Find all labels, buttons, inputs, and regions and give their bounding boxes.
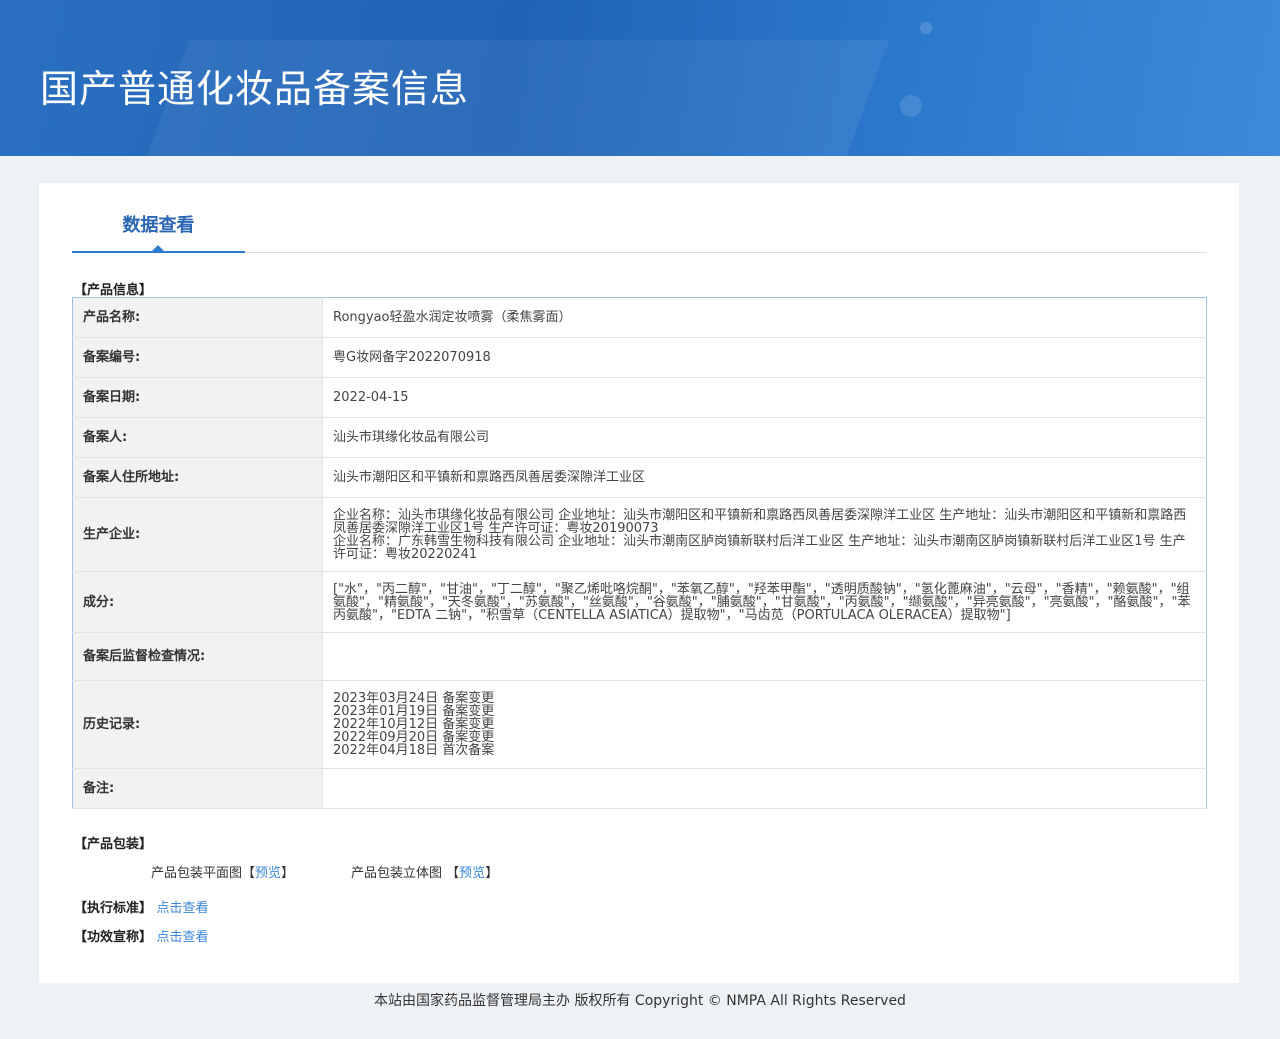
bracket: 【 [242, 866, 256, 881]
package-flat-item: 产品包装平面图【预览】 [151, 862, 294, 881]
row-label: 产品名称: [72, 297, 323, 338]
row-label: 备案人住所地址: [72, 457, 323, 498]
banner-decoration [900, 95, 922, 117]
package-solid-item: 产品包装立体图 【预览】 [351, 862, 498, 881]
manufacturer-line: 企业名称：汕头市琪缘化妆品有限公司 企业地址：汕头市潮阳区和平镇新和禀路西凤善居… [333, 507, 1187, 536]
row-value: 粤G妆网备字2022070918 [322, 337, 1207, 378]
table-row: 备案人: 汕头市琪缘化妆品有限公司 [72, 417, 1207, 458]
row-label: 备案后监督检查情况: [72, 632, 323, 681]
bracket: 【 [446, 866, 460, 881]
row-label: 备案编号: [72, 337, 323, 378]
table-row: 成分: ["水"，"丙二醇"，"甘油"，"丁二醇"，"聚乙烯吡咯烷酮"，"苯氧乙醇… [72, 571, 1207, 633]
page-title: 国产普通化妆品备案信息 [40, 67, 470, 111]
tab-bar: 数据查看 [72, 183, 1207, 253]
table-row: 历史记录: 2023年03月24日 备案变更 2023年01月19日 备案变更 202… [72, 680, 1207, 769]
content-card: 数据查看 【产品信息】 产品名称: Rongyao轻盈水润定妆喷雾（柔焦雾面） 备… [39, 183, 1239, 983]
preview-solid-link[interactable]: 预览 [459, 866, 485, 881]
bracket: 】 [485, 866, 499, 881]
product-info-table: 产品名称: Rongyao轻盈水润定妆喷雾（柔焦雾面） 备案编号: 粤G妆网备字20… [72, 297, 1207, 809]
table-row: 生产企业: 企业名称：汕头市琪缘化妆品有限公司 企业地址：汕头市潮阳区和平镇新和禀… [72, 497, 1207, 572]
row-label: 备案日期: [72, 377, 323, 418]
row-value: 2023年03月24日 备案变更 2023年01月19日 备案变更 2022年10月… [322, 680, 1207, 769]
section-packaging: 【产品包装】 [74, 837, 153, 852]
row-value [322, 768, 1207, 809]
standard-label: 【执行标准】 [74, 901, 153, 916]
table-row: 备案日期: 2022-04-15 [72, 377, 1207, 418]
section-standard: 【执行标准】 点击查看 [74, 897, 209, 916]
table-row: 产品名称: Rongyao轻盈水润定妆喷雾（柔焦雾面） [72, 297, 1207, 338]
row-value: 2022-04-15 [322, 377, 1207, 418]
table-row: 备注: [72, 768, 1207, 809]
table-row: 备案后监督检查情况: [72, 632, 1207, 681]
standard-view-link[interactable]: 点击查看 [157, 901, 209, 916]
table-row: 备案编号: 粤G妆网备字2022070918 [72, 337, 1207, 378]
package-flat-label: 产品包装平面图 [151, 866, 243, 881]
row-label: 成分: [72, 571, 323, 633]
row-value: 汕头市琪缘化妆品有限公司 [322, 417, 1207, 458]
preview-flat-link[interactable]: 预览 [255, 866, 281, 881]
row-value: ["水"，"丙二醇"，"甘油"，"丁二醇"，"聚乙烯吡咯烷酮"，"苯氧乙醇"，"… [322, 571, 1207, 633]
footer-copyright: 本站由国家药品监督管理局主办 版权所有 Copyright © NMPA All… [374, 993, 906, 1009]
history-entry: 2022年04月18日 首次备案 [333, 743, 495, 758]
tab-label: 数据查看 [122, 215, 195, 236]
row-label: 备案人: [72, 417, 323, 458]
row-value: 汕头市潮阳区和平镇新和禀路西凤善居委深隙洋工业区 [322, 457, 1207, 498]
row-value: Rongyao轻盈水润定妆喷雾（柔焦雾面） [322, 297, 1207, 338]
section-efficacy: 【功效宣称】 点击查看 [74, 926, 209, 945]
row-label: 生产企业: [72, 497, 323, 572]
banner-decoration [920, 22, 932, 34]
bracket: 】 [281, 866, 295, 881]
package-solid-label: 产品包装立体图 [351, 866, 443, 881]
section-product-info: 【产品信息】 [74, 283, 153, 298]
table-row: 备案人住所地址: 汕头市潮阳区和平镇新和禀路西凤善居委深隙洋工业区 [72, 457, 1207, 498]
caret-up-icon [152, 245, 164, 251]
efficacy-view-link[interactable]: 点击查看 [157, 930, 209, 945]
row-value [322, 632, 1207, 681]
manufacturer-line: 企业名称：广东韩雪生物科技有限公司 企业地址：汕头市潮南区胪岗镇新联村后洋工业区… [333, 533, 1186, 562]
header-banner: 国产普通化妆品备案信息 [0, 0, 1280, 156]
row-label: 历史记录: [72, 680, 323, 769]
row-value: 企业名称：汕头市琪缘化妆品有限公司 企业地址：汕头市潮阳区和平镇新和禀路西凤善居… [322, 497, 1207, 572]
tab-data-view[interactable]: 数据查看 [72, 183, 245, 253]
row-label: 备注: [72, 768, 323, 809]
efficacy-label: 【功效宣称】 [74, 930, 153, 945]
